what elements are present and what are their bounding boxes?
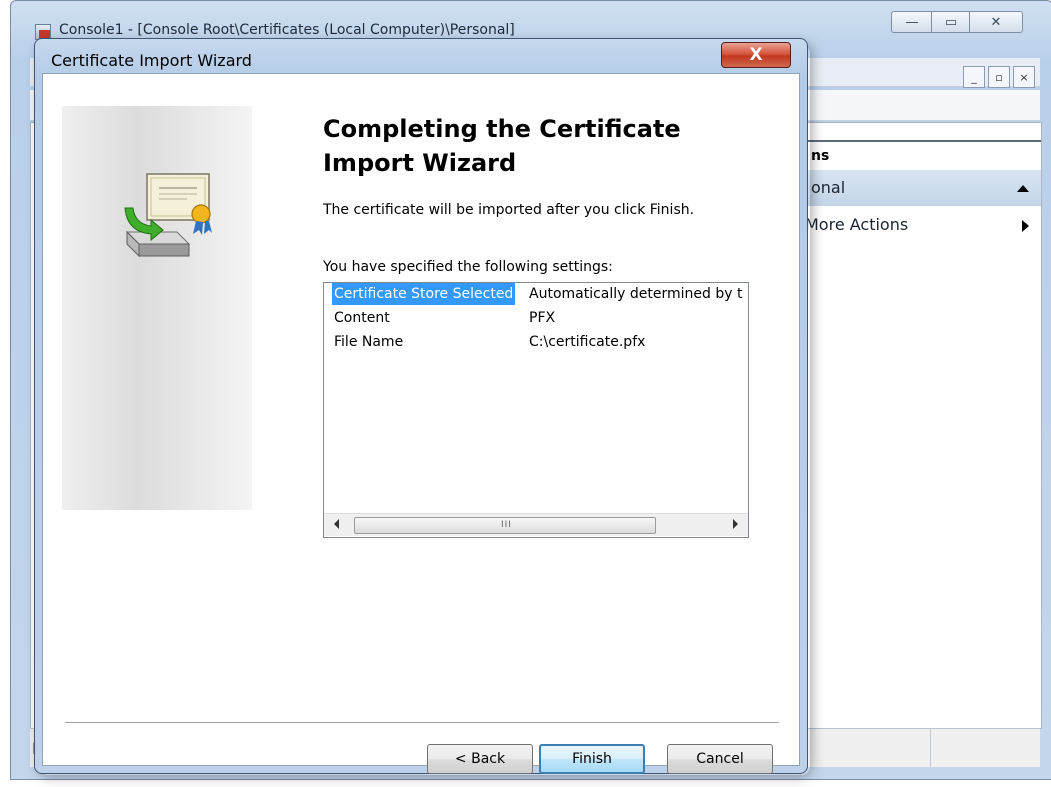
actions-item-more-actions[interactable]: More Actions — [801, 210, 1041, 240]
status-bar-cell — [930, 729, 1041, 767]
more-actions-label: More Actions — [805, 215, 909, 234]
actions-pane: ns onal More Actions — [800, 130, 1041, 727]
wizard-heading: Completing the Certificate Import Wizard — [323, 115, 681, 177]
certificate-import-wizard-dialog: Certificate Import Wizard X Completing t… — [34, 38, 808, 774]
window-close-button[interactable]: ✕ — [969, 11, 1023, 33]
wizard-side-panel — [62, 106, 252, 510]
actions-item-personal[interactable]: onal — [801, 170, 1041, 206]
certificate-import-icon — [124, 173, 212, 258]
list-item[interactable]: Certificate Store Selected Automatically… — [324, 283, 748, 305]
collapse-arrow-icon[interactable] — [1017, 185, 1029, 192]
submenu-arrow-icon — [1022, 220, 1029, 232]
cancel-button[interactable]: Cancel — [667, 744, 773, 774]
horizontal-scrollbar[interactable]: III — [324, 513, 748, 536]
back-button[interactable]: < Back — [427, 744, 533, 774]
actions-item-personal-label: onal — [811, 178, 846, 197]
setting-name: Content — [334, 310, 390, 326]
minimize-button[interactable]: — — [891, 11, 933, 33]
list-item[interactable]: File Name C:\certificate.pfx — [324, 331, 748, 353]
mdi-minimize-button[interactable]: _ — [963, 66, 985, 88]
button-separator — [65, 722, 779, 724]
settings-label: You have specified the following setting… — [323, 259, 613, 275]
mmc-window-title: Console1 - [Console Root\Certificates (L… — [59, 22, 515, 38]
setting-value: C:\certificate.pfx — [529, 334, 646, 350]
setting-name: Certificate Store Selected — [332, 283, 516, 305]
scroll-right-icon[interactable] — [733, 519, 738, 529]
settings-list[interactable]: Certificate Store Selected Automatically… — [323, 282, 749, 538]
mdi-restore-button[interactable]: ▫ — [988, 66, 1010, 88]
setting-value: PFX — [529, 310, 556, 326]
setting-name: File Name — [334, 334, 404, 350]
dialog-close-button[interactable]: X — [721, 42, 791, 68]
wizard-description: The certificate will be imported after y… — [323, 202, 695, 218]
maximize-button[interactable]: ▭ — [931, 11, 971, 33]
scrollbar-grip: III — [501, 520, 512, 530]
dialog-client-area: Completing the Certificate Import Wizard… — [42, 73, 800, 774]
actions-pane-header: ns — [801, 140, 1041, 168]
setting-value: Automatically determined by t — [529, 286, 743, 302]
dialog-title: Certificate Import Wizard — [51, 51, 252, 70]
finish-button[interactable]: Finish — [539, 744, 645, 774]
scrollbar-thumb[interactable]: III — [354, 517, 656, 534]
mdi-close-button[interactable]: × — [1013, 66, 1035, 88]
list-item[interactable]: Content PFX — [324, 307, 748, 329]
status-bar-cell — [800, 729, 931, 767]
scroll-left-icon[interactable] — [334, 519, 339, 529]
